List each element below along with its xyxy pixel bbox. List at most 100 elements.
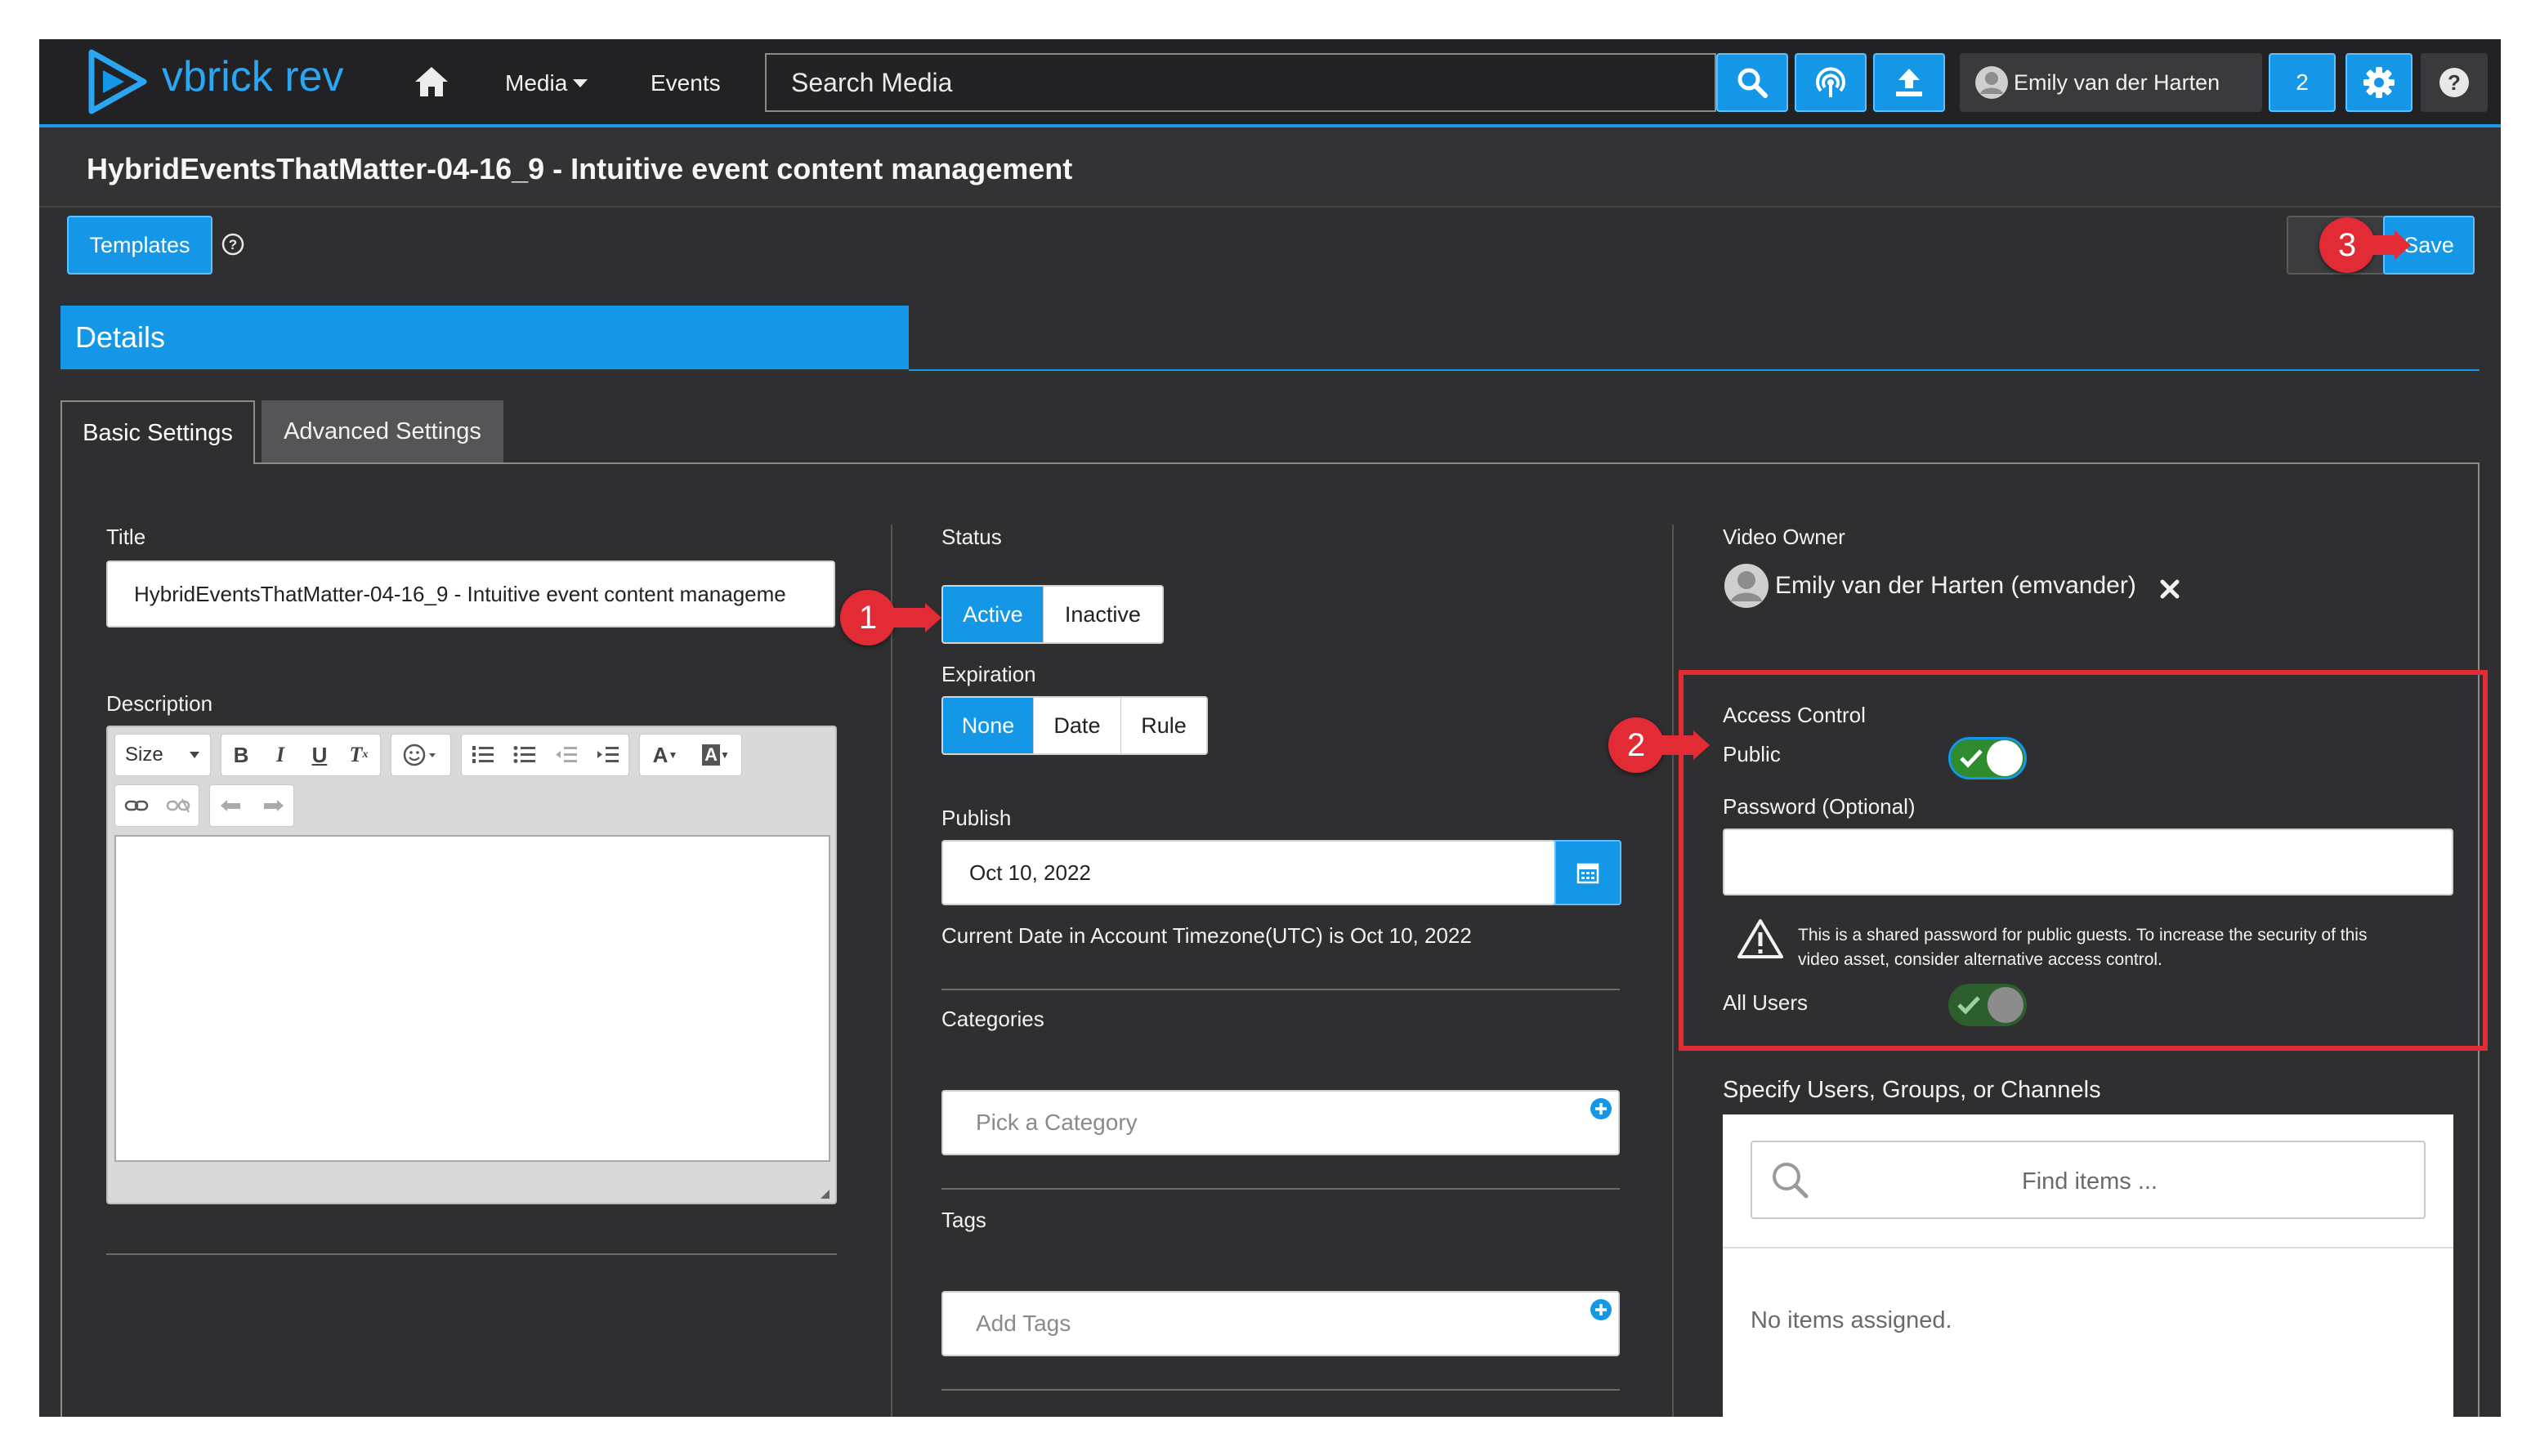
link-group (114, 784, 199, 827)
user-menu[interactable]: Emily van der Harten (1960, 53, 2262, 112)
tags-label: Tags (941, 1208, 986, 1232)
bold-icon[interactable]: B (221, 734, 261, 776)
undo-icon[interactable] (219, 797, 244, 814)
clear-format-icon[interactable]: Tx (339, 734, 378, 776)
user-name: Emily van der Harten (2014, 69, 2220, 95)
help-icon: ? (2439, 68, 2469, 97)
description-editor: Size B I U Tx A ▼ A ▼ (106, 726, 837, 1204)
column-separator (891, 525, 892, 1417)
callout-arrow (2370, 230, 2411, 260)
left-divider (106, 1253, 837, 1255)
calendar-icon (1576, 863, 1599, 884)
avatar-icon (1975, 66, 2008, 99)
upload-icon (1896, 69, 1922, 96)
vbrick-logo-icon[interactable] (85, 49, 150, 114)
specify-label: Specify Users, Groups, or Channels (1723, 1077, 2101, 1103)
owner-name: Emily van der Harten (emvander) (1775, 572, 2136, 599)
indent-icon[interactable] (596, 744, 620, 766)
details-rule (909, 369, 2480, 371)
text-color-icon[interactable]: A ▼ (643, 734, 687, 776)
add-category-icon[interactable] (1589, 1096, 1613, 1121)
bullet-list-icon[interactable] (512, 744, 537, 766)
numbered-list-icon[interactable] (471, 744, 495, 766)
panel-divider (1723, 1247, 2453, 1248)
warning-line: video asset, consider alternative access… (1798, 950, 2162, 969)
live-broadcast-button[interactable] (1795, 53, 1867, 112)
search-button[interactable] (1716, 53, 1788, 112)
gear-icon (2363, 67, 2395, 98)
text-format-group: B I U Tx (221, 734, 381, 776)
public-toggle[interactable] (1948, 737, 2027, 779)
underline-icon[interactable]: U (300, 734, 339, 776)
link-icon[interactable] (124, 797, 149, 814)
font-size-select[interactable]: Size (114, 734, 211, 776)
current-date-note: Current Date in Account Timezone(UTC) is… (941, 923, 1472, 948)
svg-text:?: ? (229, 237, 237, 252)
expiration-date-button[interactable]: Date (1034, 698, 1121, 753)
status-active-button[interactable]: Active (943, 587, 1044, 642)
unlink-icon[interactable] (166, 797, 190, 814)
warning-line: This is a shared password for public gue… (1798, 926, 2368, 945)
category-picker[interactable]: Pick a Category (941, 1090, 1620, 1155)
title-label: Title (106, 525, 146, 549)
callout-1: 1 (840, 590, 896, 645)
search-input[interactable]: Search Media (765, 53, 1716, 112)
italic-icon[interactable]: I (261, 734, 300, 776)
status-toggle: Active Inactive (941, 585, 1164, 644)
no-items-text: No items assigned. (1751, 1307, 1952, 1333)
toggle-knob (1987, 740, 2023, 776)
help-circle-icon[interactable]: ? (221, 232, 245, 257)
upload-button[interactable] (1873, 53, 1945, 112)
tab-basic-settings[interactable]: Basic Settings (60, 400, 255, 464)
toggle-knob (1988, 987, 2024, 1023)
redo-icon[interactable] (261, 797, 285, 814)
home-icon[interactable] (414, 65, 449, 98)
caret-down-icon (573, 79, 588, 87)
callout-3: 3 (2319, 217, 2375, 273)
top-navigation: vbrick rev Media Events Search Media Emi… (39, 39, 2501, 127)
publish-label: Publish (941, 806, 1012, 830)
find-items-input[interactable]: Find items ... (1751, 1141, 2426, 1219)
status-label: Status (941, 525, 1002, 549)
middle-divider (941, 1389, 1620, 1391)
access-control-label: Access Control (1723, 703, 1866, 727)
callout-arrow (1661, 730, 1710, 760)
remove-owner-icon[interactable] (2159, 578, 2180, 600)
publish-date-field[interactable]: Oct 10, 2022 (941, 840, 1556, 905)
find-items-placeholder: Find items ... (2022, 1168, 2158, 1195)
list-indent-group (461, 734, 629, 776)
background-color-icon[interactable]: A ▼ (694, 734, 738, 776)
all-users-toggle[interactable] (1948, 984, 2027, 1026)
caret-down-icon (190, 752, 199, 758)
tab-advanced-settings[interactable]: Advanced Settings (262, 400, 503, 462)
media-menu[interactable]: Media (505, 70, 588, 96)
status-inactive-button[interactable]: Inactive (1044, 587, 1162, 642)
description-textarea[interactable] (114, 835, 830, 1162)
notifications-button[interactable]: 2 (2269, 53, 2336, 112)
emoji-button[interactable] (391, 734, 451, 776)
assignment-panel: Find items ... No items assigned. (1723, 1114, 2453, 1417)
check-icon (1957, 996, 1980, 1015)
calendar-button[interactable] (1554, 840, 1621, 905)
resize-handle-icon[interactable] (819, 1188, 830, 1199)
tags-placeholder: Add Tags (976, 1311, 1071, 1336)
templates-button[interactable]: Templates (67, 216, 212, 275)
add-tag-icon[interactable] (1589, 1297, 1613, 1322)
svg-text:?: ? (2448, 70, 2461, 95)
help-button[interactable]: ? (2421, 53, 2488, 112)
settings-button[interactable] (2345, 53, 2413, 112)
outdent-icon[interactable] (554, 744, 579, 766)
brand-name[interactable]: vbrick rev (162, 52, 343, 101)
events-link[interactable]: Events (651, 70, 721, 96)
check-icon (1960, 749, 1983, 768)
expiration-rule-button[interactable]: Rule (1121, 698, 1206, 753)
tags-input[interactable]: Add Tags (941, 1291, 1620, 1356)
expiration-none-button[interactable]: None (943, 698, 1034, 753)
password-field[interactable] (1723, 828, 2453, 895)
title-field[interactable]: HybridEventsThatMatter-04-16_9 - Intuiti… (106, 561, 835, 628)
color-group: A ▼ A ▼ (639, 734, 742, 776)
categories-label: Categories (941, 1007, 1044, 1031)
owner-avatar (1723, 562, 1770, 610)
password-warning: This is a shared password for public gue… (1798, 923, 2367, 972)
all-users-label: All Users (1723, 990, 1809, 1015)
